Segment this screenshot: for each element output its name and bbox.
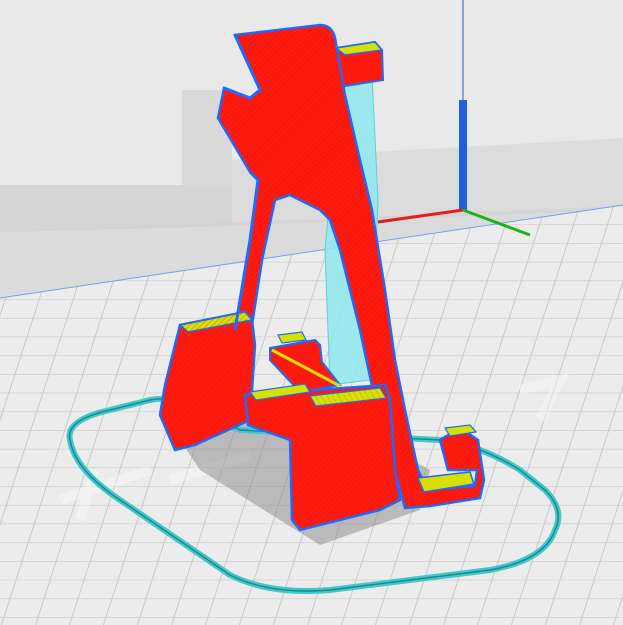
3d-print-preview-viewport[interactable] (0, 0, 623, 625)
3d-scene[interactable] (0, 0, 623, 625)
